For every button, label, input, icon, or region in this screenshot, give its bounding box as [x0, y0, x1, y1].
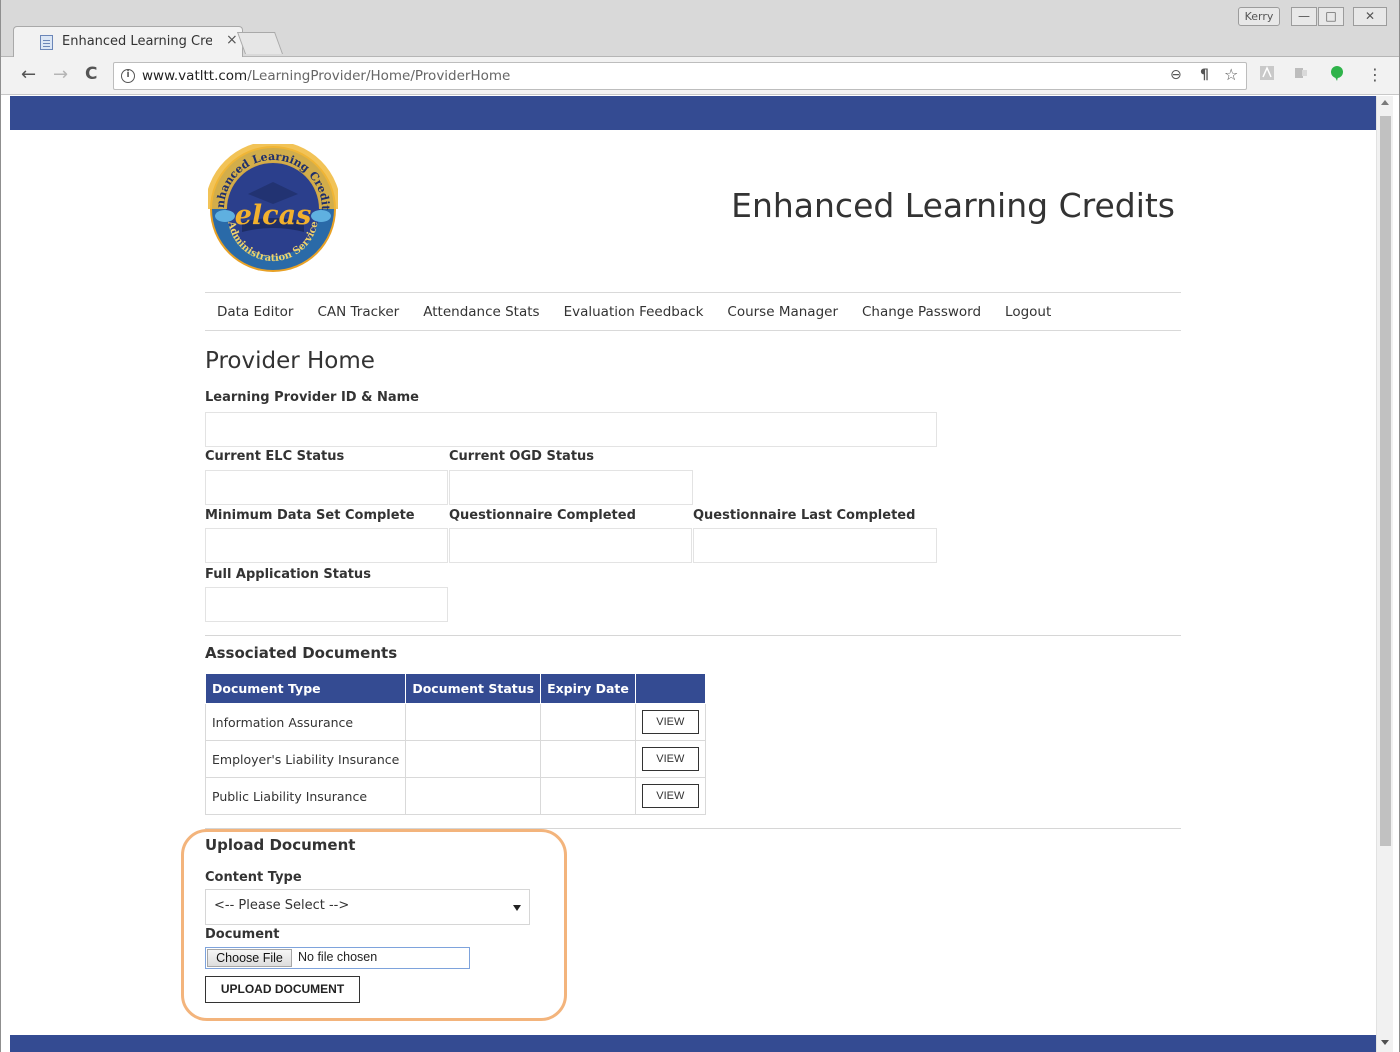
min-data-label: Minimum Data Set Complete: [205, 508, 415, 523]
scroll-up-icon[interactable]: [1381, 100, 1389, 105]
expiry-date-cell: [540, 703, 636, 741]
content-type-select[interactable]: <-- Please Select -->: [205, 889, 530, 925]
scroll-thumb[interactable]: [1380, 116, 1391, 846]
bookmark-star-icon[interactable]: ☆: [1224, 65, 1238, 84]
provider-id-label: Learning Provider ID & Name: [205, 390, 419, 405]
full-app-label: Full Application Status: [205, 567, 371, 582]
tab-title: Enhanced Learning Credi: [62, 34, 212, 49]
table-header-row: Document Type Document Status Expiry Dat…: [204, 673, 706, 704]
table-row: Information Assurance VIEW: [204, 703, 706, 741]
full-app-field: [205, 587, 448, 622]
elcas-logo: Enhanced Learning Credits Administration…: [208, 144, 338, 272]
nav-data-editor[interactable]: Data Editor: [217, 304, 293, 320]
view-button[interactable]: VIEW: [641, 747, 699, 771]
browser-tab[interactable]: Enhanced Learning Credi ×: [13, 26, 243, 57]
logo-text: elcas: [235, 200, 312, 231]
documents-table: Document Type Document Status Expiry Dat…: [204, 673, 706, 815]
ogd-status-label: Current OGD Status: [449, 449, 595, 464]
tab-close-icon[interactable]: ×: [226, 32, 238, 48]
new-tab-button[interactable]: [236, 32, 284, 54]
site-title: Enhanced Learning Credits: [731, 186, 1175, 225]
minimize-button[interactable]: —: [1291, 7, 1317, 26]
back-icon[interactable]: ←: [21, 64, 36, 85]
scroll-down-icon[interactable]: [1381, 1040, 1389, 1045]
column-header: Expiry Date: [540, 673, 636, 704]
browser-titlebar: Enhanced Learning Credi × Kerry — □ ✕: [1, 0, 1399, 57]
elc-status-field: [205, 470, 448, 505]
column-header: Document Type: [204, 673, 407, 704]
evernote-extension-icon[interactable]: [1329, 65, 1345, 81]
upload-document-button[interactable]: UPLOAD DOCUMENT: [205, 976, 360, 1003]
questionnaire-last-label: Questionnaire Last Completed: [693, 508, 916, 523]
main-nav: Data Editor CAN Tracker Attendance Stats…: [205, 292, 1181, 331]
nav-course-manager[interactable]: Course Manager: [727, 304, 838, 320]
choose-file-button[interactable]: Choose File: [207, 949, 292, 967]
header-band: [10, 96, 1376, 130]
page-viewport: Enhanced Learning Credits Administration…: [10, 96, 1376, 1052]
table-row: Public Liability Insurance VIEW: [204, 777, 706, 815]
questionnaire-last-field: [693, 528, 937, 563]
url-text: www.vatltt.com/LearningProvider/Home/Pro…: [142, 68, 511, 84]
action-cell: VIEW: [634, 777, 706, 815]
browser-menu-icon[interactable]: ⋮: [1367, 65, 1383, 84]
document-status-cell: [405, 740, 542, 778]
site-info-icon[interactable]: i: [121, 69, 135, 83]
document-status-cell: [405, 777, 542, 815]
file-input[interactable]: Choose File No file chosen: [205, 947, 470, 969]
file-status-text: No file chosen: [298, 950, 378, 964]
pdf-extension-icon[interactable]: [1259, 65, 1275, 81]
divider: [205, 635, 1181, 636]
nav-can-tracker[interactable]: CAN Tracker: [317, 304, 399, 320]
expiry-date-cell: [540, 740, 636, 778]
chevron-down-icon: [513, 905, 521, 911]
nav-logout[interactable]: Logout: [1005, 304, 1051, 320]
zoom-icon[interactable]: ⊖: [1170, 67, 1182, 83]
min-data-field: [205, 528, 448, 563]
browser-toolbar: ← → C i www.vatltt.com/LearningProvider/…: [1, 57, 1399, 95]
password-key-icon[interactable]: ¶: [1200, 67, 1209, 83]
footer-band: [10, 1035, 1376, 1052]
view-button[interactable]: VIEW: [641, 710, 699, 734]
ogd-status-field: [449, 470, 693, 505]
reload-icon[interactable]: C: [85, 64, 97, 84]
questionnaire-completed-label: Questionnaire Completed: [449, 508, 636, 523]
provider-id-field: [205, 412, 937, 447]
document-status-cell: [405, 703, 542, 741]
document-type-cell: Public Liability Insurance: [204, 777, 407, 815]
vertical-scrollbar[interactable]: [1376, 96, 1393, 1052]
document-type-cell: Information Assurance: [204, 703, 407, 741]
close-window-button[interactable]: ✕: [1353, 7, 1387, 26]
elc-status-label: Current ELC Status: [205, 449, 345, 464]
forward-icon[interactable]: →: [53, 64, 68, 85]
address-bar[interactable]: i www.vatltt.com/LearningProvider/Home/P…: [113, 62, 1247, 90]
office-extension-icon[interactable]: [1293, 65, 1309, 81]
nav-attendance-stats[interactable]: Attendance Stats: [423, 304, 539, 320]
questionnaire-completed-field: [449, 528, 692, 563]
action-cell: VIEW: [634, 740, 706, 778]
column-header: Document Status: [405, 673, 542, 704]
profile-button[interactable]: Kerry: [1238, 7, 1280, 26]
action-cell: VIEW: [634, 703, 706, 741]
document-type-cell: Employer's Liability Insurance: [204, 740, 407, 778]
document-label: Document: [205, 927, 280, 942]
view-button[interactable]: VIEW: [641, 784, 699, 808]
maximize-button[interactable]: □: [1318, 7, 1344, 26]
expiry-date-cell: [540, 777, 636, 815]
page-title: Provider Home: [205, 348, 375, 374]
nav-evaluation-feedback[interactable]: Evaluation Feedback: [564, 304, 704, 320]
column-header: [634, 673, 706, 704]
documents-heading: Associated Documents: [205, 644, 398, 662]
browser-window: Enhanced Learning Credi × Kerry — □ ✕ ← …: [0, 0, 1400, 1052]
content-type-value: <-- Please Select -->: [214, 898, 350, 913]
page-favicon-icon: [40, 35, 53, 50]
upload-heading: Upload Document: [205, 836, 356, 854]
nav-change-password[interactable]: Change Password: [862, 304, 981, 320]
table-row: Employer's Liability Insurance VIEW: [204, 740, 706, 778]
content-type-label: Content Type: [205, 870, 302, 885]
